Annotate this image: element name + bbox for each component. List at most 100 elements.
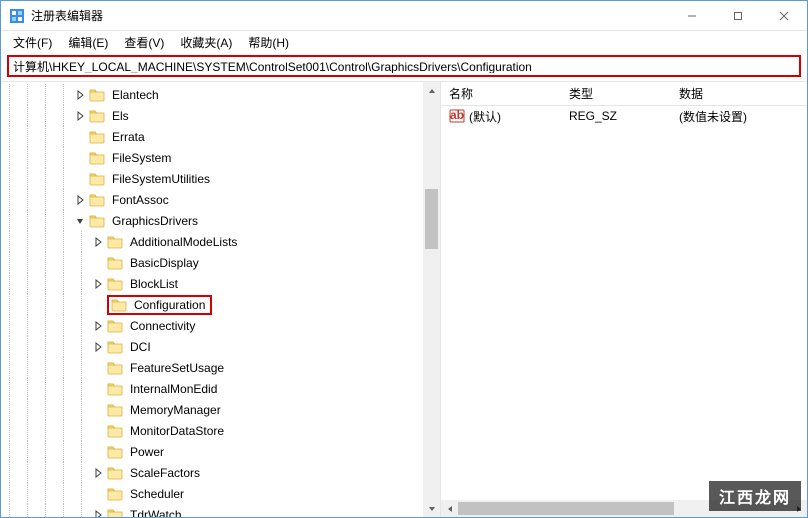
expand-toggle-icon	[91, 487, 105, 501]
tree-item-label: FeatureSetUsage	[127, 360, 227, 376]
app-icon	[9, 8, 25, 24]
column-header-data[interactable]: 数据	[671, 85, 807, 102]
tree-item[interactable]: FeatureSetUsage	[1, 357, 440, 378]
minimize-button[interactable]	[669, 1, 715, 30]
tree-item-label: MonitorDataStore	[127, 423, 227, 439]
tree-item[interactable]: AdditionalModeLists	[1, 231, 440, 252]
expand-toggle-icon	[91, 403, 105, 417]
expand-toggle-icon	[73, 172, 87, 186]
folder-icon	[107, 402, 123, 418]
expand-toggle-icon	[91, 445, 105, 459]
folder-icon	[107, 255, 123, 271]
value-data: (数值未设置)	[671, 108, 807, 125]
tree-item-label: Errata	[109, 129, 148, 145]
tree-pane: Elantech Els Errata FileSystemFileSystemUti…	[1, 82, 441, 517]
tree-item[interactable]: Errata	[1, 126, 440, 147]
tree-item[interactable]: DCI	[1, 336, 440, 357]
list-horizontal-scrollbar[interactable]	[441, 500, 807, 517]
string-value-icon: ab	[449, 108, 465, 124]
column-header-name[interactable]: 名称	[441, 85, 561, 102]
tree-item[interactable]: Scheduler	[1, 483, 440, 504]
folder-icon	[107, 486, 123, 502]
expand-toggle-icon[interactable]	[73, 109, 87, 123]
folder-icon	[107, 360, 123, 376]
expand-toggle-icon[interactable]	[73, 214, 87, 228]
expand-toggle-icon[interactable]	[91, 277, 105, 291]
folder-icon	[107, 234, 123, 250]
address-bar	[7, 55, 801, 77]
tree-vertical-scrollbar[interactable]	[423, 82, 440, 517]
tree-item[interactable]: MemoryManager	[1, 399, 440, 420]
expand-toggle-icon	[91, 298, 105, 312]
tree-item-label: Configuration	[131, 297, 208, 313]
value-type: REG_SZ	[561, 109, 671, 123]
tree-item[interactable]: FileSystem	[1, 147, 440, 168]
tree-item[interactable]: BasicDisplay	[1, 252, 440, 273]
expand-toggle-icon	[91, 382, 105, 396]
tree-item[interactable]: GraphicsDrivers	[1, 210, 440, 231]
tree-item[interactable]: MonitorDataStore	[1, 420, 440, 441]
expand-toggle-icon[interactable]	[91, 340, 105, 354]
tree-item-label: ScaleFactors	[127, 465, 203, 481]
scroll-left-arrow-icon[interactable]	[441, 500, 458, 517]
scroll-right-arrow-icon[interactable]	[790, 500, 807, 517]
window-title: 注册表编辑器	[31, 7, 669, 24]
folder-icon	[89, 129, 105, 145]
maximize-button[interactable]	[715, 1, 761, 30]
expand-toggle-icon[interactable]	[73, 88, 87, 102]
expand-toggle-icon	[91, 256, 105, 270]
tree-item-label: GraphicsDrivers	[109, 213, 201, 229]
tree-item[interactable]: Els	[1, 105, 440, 126]
tree-item-label: Elantech	[109, 87, 162, 103]
content-area: Elantech Els Errata FileSystemFileSystemUti…	[1, 81, 807, 517]
expand-toggle-icon[interactable]	[91, 508, 105, 518]
scroll-up-arrow-icon[interactable]	[423, 82, 440, 99]
tree-item[interactable]: Power	[1, 441, 440, 462]
scroll-thumb[interactable]	[458, 502, 674, 515]
titlebar[interactable]: 注册表编辑器	[1, 1, 807, 31]
menu-edit[interactable]: 编辑(E)	[60, 32, 116, 53]
expand-toggle-icon[interactable]	[73, 193, 87, 207]
expand-toggle-icon	[73, 151, 87, 165]
tree-item[interactable]: BlockList	[1, 273, 440, 294]
folder-icon	[107, 339, 123, 355]
registry-tree[interactable]: Elantech Els Errata FileSystemFileSystemUti…	[1, 82, 440, 517]
tree-item[interactable]: Configuration	[1, 294, 440, 315]
expand-toggle-icon[interactable]	[91, 466, 105, 480]
tree-item[interactable]: TdrWatch	[1, 504, 440, 517]
tree-item-label: FontAssoc	[109, 192, 172, 208]
menu-help[interactable]: 帮助(H)	[240, 32, 297, 53]
column-header-type[interactable]: 类型	[561, 85, 671, 102]
highlighted-key: Configuration	[107, 295, 212, 315]
list-row[interactable]: ab(默认) REG_SZ(数值未设置)	[441, 106, 807, 126]
scroll-track[interactable]	[458, 500, 790, 517]
folder-icon	[89, 192, 105, 208]
expand-toggle-icon[interactable]	[91, 319, 105, 333]
tree-item-label: Connectivity	[127, 318, 198, 334]
scroll-down-arrow-icon[interactable]	[423, 500, 440, 517]
tree-item-label: MemoryManager	[127, 402, 224, 418]
value-name: (默认)	[469, 108, 501, 125]
menu-view[interactable]: 查看(V)	[116, 32, 172, 53]
tree-item[interactable]: FontAssoc	[1, 189, 440, 210]
tree-item[interactable]: InternalMonEdid	[1, 378, 440, 399]
tree-item-label: BlockList	[127, 276, 181, 292]
tree-item[interactable]: Connectivity	[1, 315, 440, 336]
tree-item[interactable]: Elantech	[1, 84, 440, 105]
folder-icon	[107, 318, 123, 334]
tree-item-label: InternalMonEdid	[127, 381, 220, 397]
tree-item-label: Power	[127, 444, 167, 460]
address-input[interactable]	[13, 59, 795, 73]
folder-icon	[107, 507, 123, 518]
expand-toggle-icon	[73, 130, 87, 144]
menu-favorites[interactable]: 收藏夹(A)	[172, 32, 240, 53]
value-list[interactable]: ab(默认) REG_SZ(数值未设置)	[441, 106, 807, 500]
expand-toggle-icon[interactable]	[91, 235, 105, 249]
menu-file[interactable]: 文件(F)	[5, 32, 60, 53]
scroll-thumb[interactable]	[425, 189, 438, 249]
close-button[interactable]	[761, 1, 807, 30]
folder-icon	[107, 276, 123, 292]
tree-item[interactable]: FileSystemUtilities	[1, 168, 440, 189]
scroll-track[interactable]	[423, 99, 440, 500]
tree-item[interactable]: ScaleFactors	[1, 462, 440, 483]
